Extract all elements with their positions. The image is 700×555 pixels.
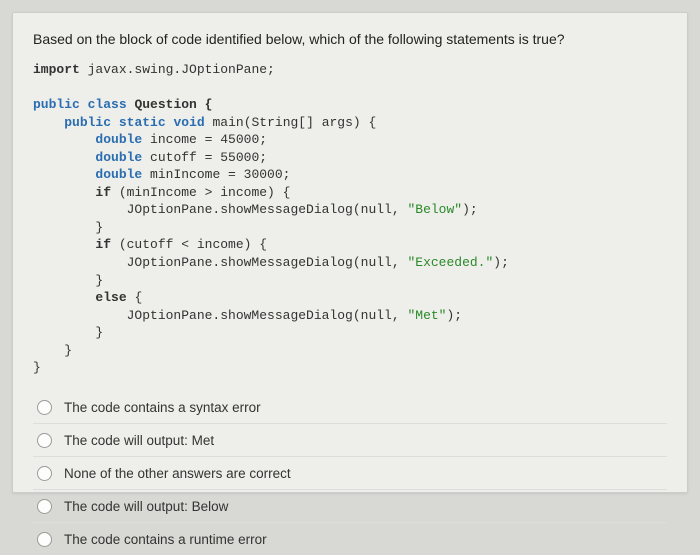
option-row[interactable]: The code will output: Below: [33, 489, 667, 522]
kw-void: void: [173, 115, 204, 130]
code-text: }: [33, 273, 103, 288]
code-text: (minIncome > income) {: [111, 185, 290, 200]
radio-icon[interactable]: [37, 400, 52, 415]
kw-if: if: [95, 185, 111, 200]
question-card: Based on the block of code identified be…: [12, 12, 688, 493]
code-text: }: [33, 325, 103, 340]
code-text: Question {: [127, 97, 213, 112]
code-text: }: [33, 343, 72, 358]
kw-public: public: [64, 115, 111, 130]
kw-class: class: [88, 97, 127, 112]
code-text: javax.swing.JOptionPane;: [80, 62, 275, 77]
radio-icon[interactable]: [37, 466, 52, 481]
string-literal: "Met": [407, 308, 446, 323]
code-text: main(String[] args) {: [205, 115, 377, 130]
question-prompt: Based on the block of code identified be…: [33, 31, 667, 47]
code-text: income = 45000;: [142, 132, 267, 147]
option-label: The code will output: Met: [64, 433, 214, 448]
radio-icon[interactable]: [37, 433, 52, 448]
string-literal: "Below": [407, 202, 462, 217]
code-text: }: [33, 360, 41, 375]
code-text: }: [33, 220, 103, 235]
code-block: import javax.swing.JOptionPane; public c…: [33, 61, 667, 377]
kw-if: if: [95, 237, 111, 252]
option-label: The code will output: Below: [64, 499, 228, 514]
option-row[interactable]: The code will output: Met: [33, 423, 667, 456]
code-text: cutoff = 55000;: [142, 150, 267, 165]
code-text: JOptionPane.showMessageDialog(null,: [33, 308, 407, 323]
code-text: {: [127, 290, 143, 305]
code-text: JOptionPane.showMessageDialog(null,: [33, 255, 407, 270]
code-text: JOptionPane.showMessageDialog(null,: [33, 202, 407, 217]
option-label: The code contains a runtime error: [64, 532, 267, 547]
code-text: minIncome = 30000;: [142, 167, 290, 182]
kw-double: double: [95, 150, 142, 165]
kw-double: double: [95, 132, 142, 147]
code-text: (cutoff < income) {: [111, 237, 267, 252]
option-row[interactable]: None of the other answers are correct: [33, 456, 667, 489]
code-text: );: [462, 202, 478, 217]
kw-else: else: [95, 290, 126, 305]
kw-static: static: [119, 115, 166, 130]
radio-icon[interactable]: [37, 499, 52, 514]
option-row[interactable]: The code contains a syntax error: [33, 391, 667, 423]
code-text: );: [493, 255, 509, 270]
answer-options: The code contains a syntax error The cod…: [33, 391, 667, 555]
radio-icon[interactable]: [37, 532, 52, 547]
kw-import: import: [33, 62, 80, 77]
code-text: );: [446, 308, 462, 323]
kw-public: public: [33, 97, 80, 112]
string-literal: "Exceeded.": [407, 255, 493, 270]
option-label: None of the other answers are correct: [64, 466, 291, 481]
option-row[interactable]: The code contains a runtime error: [33, 522, 667, 555]
option-label: The code contains a syntax error: [64, 400, 261, 415]
kw-double: double: [95, 167, 142, 182]
